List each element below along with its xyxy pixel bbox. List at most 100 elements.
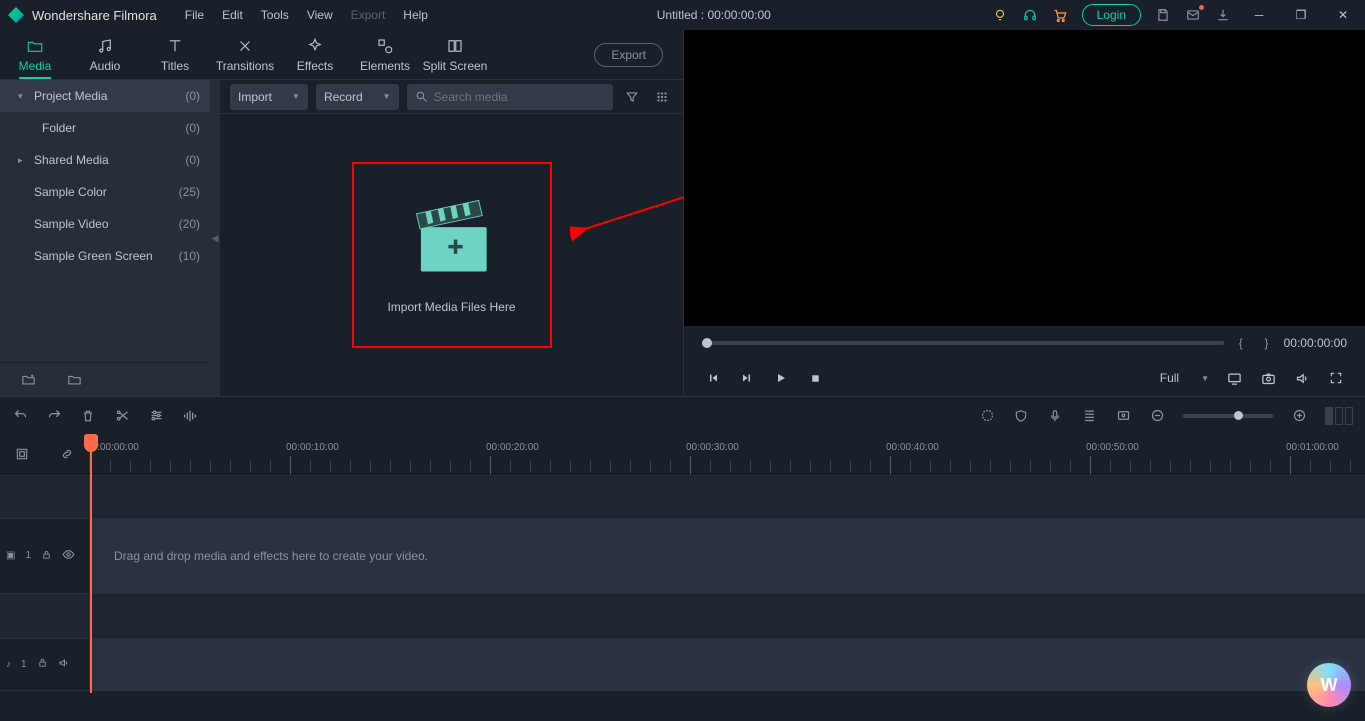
sidebar-item-shared-media[interactable]: ▸Shared Media(0) (0, 144, 210, 176)
menu-bar: File Edit Tools View Export Help (177, 4, 436, 26)
preview-panel: { } 00:00:00:00 Full▼ (683, 30, 1365, 396)
redo-icon[interactable] (46, 408, 62, 424)
zoom-fit-icon[interactable] (1325, 407, 1353, 425)
save-icon[interactable] (1155, 7, 1171, 23)
media-toolbar: Import▼ Record▼ (220, 80, 683, 114)
tab-splitscreen[interactable]: Split Screen (420, 31, 490, 79)
frame-icon[interactable] (1115, 408, 1131, 424)
sidebar-item-project-media[interactable]: ▾Project Media(0) (0, 80, 210, 112)
video-track-icon: ▣ (6, 550, 15, 561)
tab-elements[interactable]: Elements (350, 31, 420, 79)
eye-icon[interactable] (62, 548, 75, 564)
voiceover-wave-icon[interactable] (182, 408, 198, 424)
tab-audio[interactable]: Audio (70, 31, 140, 79)
tab-transitions[interactable]: Transitions (210, 31, 280, 79)
zoom-in-icon[interactable] (1291, 408, 1307, 424)
headset-icon[interactable] (1022, 7, 1038, 23)
mixer-icon[interactable] (1081, 408, 1097, 424)
timeline-track-spacer (0, 594, 1365, 639)
search-input[interactable] (434, 90, 605, 104)
close-button[interactable]: ✕ (1329, 8, 1357, 22)
menu-file[interactable]: File (177, 4, 212, 26)
quality-dropdown[interactable]: Full▼ (1154, 371, 1215, 385)
timeline-video-track[interactable]: ▣ 1 Drag and drop media and effects here… (0, 519, 1365, 593)
timeline-area: 00:00:00:00 00:00:10:00 00:00:20:00 00:0… (0, 434, 1365, 691)
timeline-audio-track[interactable]: ♪ 1 (0, 639, 1365, 691)
lightbulb-icon[interactable] (992, 7, 1008, 23)
marker-wheel-icon[interactable] (979, 408, 995, 424)
preview-scrubber-track[interactable] (702, 341, 1224, 345)
filter-icon[interactable] (621, 90, 643, 104)
audio-track-icon: ♪ (6, 659, 11, 670)
sidebar-item-sample-green[interactable]: Sample Green Screen(10) (0, 240, 210, 272)
transition-icon (236, 37, 254, 55)
drop-hint-text: Import Media Files Here (387, 300, 515, 314)
mic-icon[interactable] (1047, 408, 1063, 424)
display-icon[interactable] (1219, 365, 1249, 391)
timeline-track-spacer (0, 474, 1365, 519)
media-sidebar: ▾Project Media(0) Folder(0) ▸Shared Medi… (0, 80, 210, 396)
tab-titles[interactable]: Titles (140, 31, 210, 79)
maximize-button[interactable]: ❐ (1287, 8, 1315, 22)
folder-icon (26, 37, 44, 55)
lock-icon[interactable] (37, 657, 48, 671)
sidebar-item-sample-video[interactable]: Sample Video(20) (0, 208, 210, 240)
minimize-button[interactable]: ─ (1245, 8, 1273, 22)
menu-edit[interactable]: Edit (214, 4, 251, 26)
sidebar-bottom-tools (0, 362, 210, 396)
speaker-icon[interactable] (58, 657, 70, 672)
chevron-right-icon: ▸ (18, 155, 30, 166)
zoom-out-icon[interactable] (1149, 408, 1165, 424)
message-icon[interactable] (1185, 7, 1201, 23)
timeline-ruler[interactable]: 00:00:00:00 00:00:10:00 00:00:20:00 00:0… (90, 434, 1365, 473)
in-out-brackets: { } (1232, 336, 1276, 350)
timeline-ruler-head (0, 434, 90, 473)
menu-view[interactable]: View (299, 4, 341, 26)
tab-effects[interactable]: Effects (280, 31, 350, 79)
sidebar-item-folder[interactable]: Folder(0) (0, 112, 210, 144)
preview-canvas[interactable] (684, 30, 1365, 326)
login-button[interactable]: Login (1082, 4, 1141, 26)
import-dropdown[interactable]: Import▼ (230, 84, 308, 110)
folder-open-icon[interactable] (66, 372, 82, 388)
undo-icon[interactable] (12, 408, 28, 424)
video-track-label: 1 (25, 550, 31, 561)
play-button[interactable] (766, 365, 796, 391)
sidebar-collapse-handle[interactable]: ◀ (210, 80, 220, 396)
menu-tools[interactable]: Tools (253, 4, 297, 26)
media-drop-area[interactable]: Import Media Files Here (220, 114, 683, 396)
record-dropdown[interactable]: Record▼ (316, 84, 399, 110)
new-folder-icon[interactable] (20, 372, 36, 388)
playhead[interactable] (90, 434, 92, 693)
snapshot-icon[interactable] (1253, 365, 1283, 391)
sidebar-item-sample-color[interactable]: Sample Color(25) (0, 176, 210, 208)
video-track-body[interactable]: Drag and drop media and effects here to … (90, 519, 1365, 592)
delete-icon[interactable] (80, 408, 96, 424)
tab-media[interactable]: Media (0, 31, 70, 79)
track-manage-icon[interactable] (14, 446, 30, 462)
cart-icon[interactable] (1052, 7, 1068, 23)
title-right-group: Login ─ ❐ ✕ (992, 4, 1357, 26)
link-toggle-icon[interactable] (59, 446, 75, 462)
adjust-icon[interactable] (148, 408, 164, 424)
lock-icon[interactable] (41, 549, 52, 563)
zoom-slider[interactable] (1183, 414, 1273, 418)
search-input-wrapper[interactable] (407, 84, 613, 110)
fullscreen-icon[interactable] (1321, 365, 1351, 391)
brand-badge[interactable]: W (1307, 663, 1351, 707)
chevron-down-icon: ▼ (1201, 374, 1209, 383)
prev-frame-button[interactable] (698, 365, 728, 391)
volume-icon[interactable] (1287, 365, 1317, 391)
audio-track-head: ♪ 1 (0, 639, 90, 690)
menu-help[interactable]: Help (395, 4, 436, 26)
preview-timecode: 00:00:00:00 (1284, 336, 1347, 350)
split-icon[interactable] (114, 408, 130, 424)
grid-view-icon[interactable] (651, 90, 673, 104)
marker-shield-icon[interactable] (1013, 408, 1029, 424)
stop-button[interactable] (800, 365, 830, 391)
audio-track-body[interactable] (90, 639, 1365, 690)
next-frame-button[interactable] (732, 365, 762, 391)
menu-export: Export (343, 4, 394, 26)
download-icon[interactable] (1215, 7, 1231, 23)
export-button[interactable]: Export (594, 43, 663, 67)
